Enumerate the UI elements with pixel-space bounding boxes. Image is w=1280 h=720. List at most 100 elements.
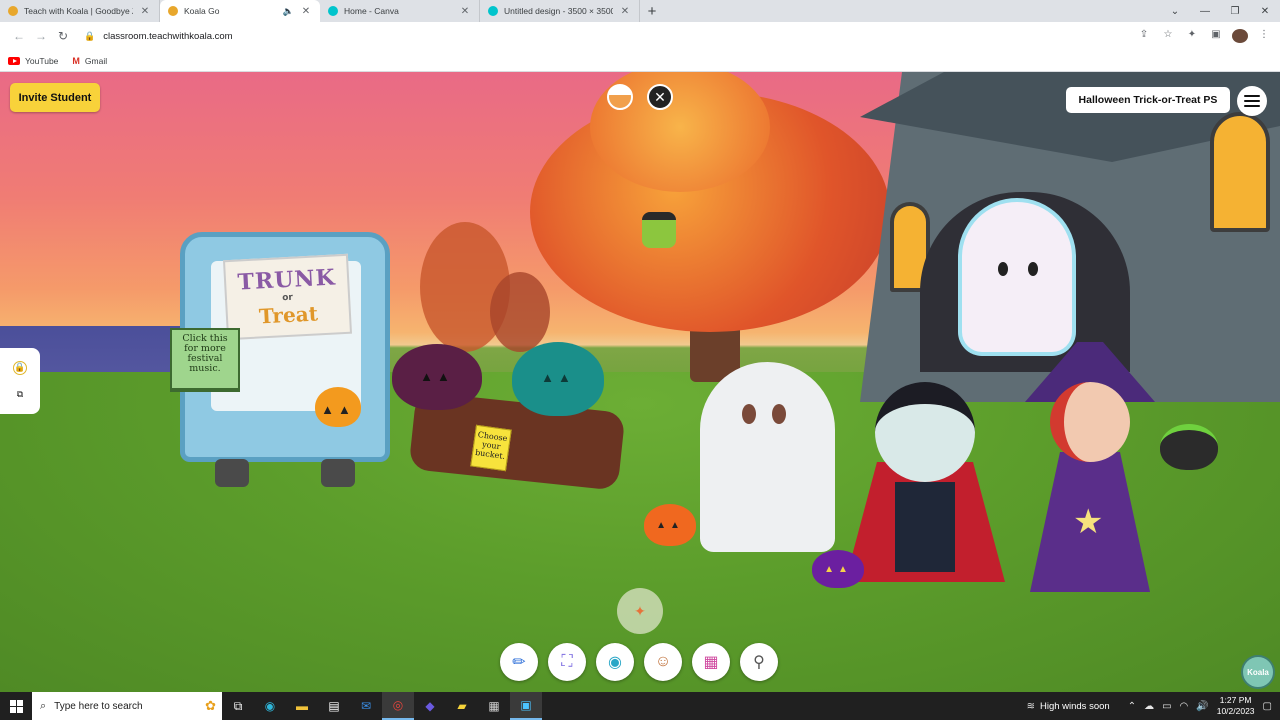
vampire-body: [895, 482, 955, 572]
truck-wheel: [215, 459, 249, 487]
volume-icon[interactable]: 🔊: [1196, 701, 1208, 712]
position-marker[interactable]: ✦: [617, 588, 663, 634]
new-tab-button[interactable]: +: [640, 0, 664, 22]
battery-icon[interactable]: ▭: [1162, 701, 1171, 712]
calculator-icon[interactable]: ▦: [478, 692, 510, 720]
task-view-icon[interactable]: ⧉: [222, 692, 254, 720]
screen-recorder-icon[interactable]: ▣: [510, 692, 542, 720]
hamburger-menu-button[interactable]: [1237, 86, 1267, 116]
app-icon[interactable]: ◆: [414, 692, 446, 720]
witch-head: [1050, 382, 1130, 462]
focus-icon[interactable]: ⛶: [548, 643, 586, 681]
purple-candy-bucket: ▲▲: [812, 550, 864, 588]
browser-tab-strip: Teach with Koala | Goodbye Zoom ✕ Koala …: [0, 0, 1280, 22]
room-name-label: Halloween Trick-or-Treat PS: [1066, 87, 1230, 113]
extensions-icon[interactable]: ✦: [1184, 29, 1200, 43]
ghost-eye: [742, 404, 756, 424]
banner-line-1: TRUNK: [236, 264, 337, 296]
network-icon[interactable]: ◠: [1180, 701, 1189, 712]
mail-icon[interactable]: ✉: [350, 692, 382, 720]
windows-start-icon[interactable]: [0, 692, 32, 720]
truck-wheel: [321, 459, 355, 487]
window-close-icon[interactable]: ✕: [1250, 0, 1280, 22]
taskbar-search[interactable]: ⌕ Type here to search ✿: [32, 692, 222, 720]
weather-text: High winds soon: [1039, 700, 1110, 712]
koala-avatar[interactable]: Koala: [1241, 655, 1275, 689]
ghost-eye: [1028, 262, 1038, 276]
eye-icon[interactable]: ◉: [596, 643, 634, 681]
tab-canva-home[interactable]: Home - Canva ✕: [320, 0, 480, 22]
bookmark-gmail[interactable]: M Gmail: [72, 56, 107, 66]
windows-taskbar: ⌕ Type here to search ✿ ⧉ ◉ ▬ ▤ ✉ ◎ ◆ ▰ …: [0, 692, 1280, 720]
tab-title: Untitled design - 3500 × 3500px: [504, 6, 613, 16]
edge-icon[interactable]: ◉: [254, 692, 286, 720]
avatar-icon[interactable]: ☺: [644, 643, 682, 681]
back-icon[interactable]: ←: [8, 29, 30, 43]
frankenstein-avatar[interactable]: [642, 212, 676, 248]
restore-icon[interactable]: ❐: [1220, 0, 1250, 22]
system-tray: ≋ High winds soon ⌃ ☁ ▭ ◠ 🔊 1:27 PM 10/2…: [1027, 695, 1280, 717]
chrome-icon[interactable]: ◎: [382, 692, 414, 720]
witch-character[interactable]: ★: [1015, 342, 1165, 592]
festival-music-sign[interactable]: Click this for more festival music.: [170, 328, 240, 390]
ghost-costume-character[interactable]: [700, 362, 835, 552]
tab-title: Koala Go: [184, 6, 220, 16]
tab-teach-with-koala[interactable]: Teach with Koala | Goodbye Zoom ✕: [0, 0, 160, 22]
scene-picker-button[interactable]: [607, 84, 633, 110]
sticky-notes-icon[interactable]: ▰: [446, 692, 478, 720]
speaker-icon[interactable]: 🔈: [283, 6, 294, 17]
purple-pumpkin-bucket[interactable]: ▲▲: [392, 344, 482, 410]
left-tool-panel: 🔒 ⧉: [0, 348, 40, 414]
tab-search-icon[interactable]: ⌄: [1160, 0, 1190, 22]
trunk-or-treat-banner: TRUNK or Treat: [222, 253, 353, 341]
cloud-icon[interactable]: ☁: [1144, 701, 1154, 712]
tab-canva-design[interactable]: Untitled design - 3500 × 3500px ✕: [480, 0, 640, 22]
tab-title: Home - Canva: [344, 6, 399, 16]
weather-widget[interactable]: ≋ High winds soon: [1027, 701, 1110, 712]
file-explorer-icon[interactable]: ▬: [286, 692, 318, 720]
ghost-eye: [998, 262, 1008, 276]
chevron-up-icon[interactable]: ⌃: [1128, 701, 1136, 712]
vampire-character[interactable]: [845, 382, 1005, 592]
tab-close-icon[interactable]: ✕: [619, 6, 631, 17]
reload-icon[interactable]: ↻: [52, 29, 74, 43]
profile-avatar[interactable]: [1232, 29, 1248, 43]
canva-favicon-icon: [328, 6, 338, 16]
tab-close-icon[interactable]: ✕: [459, 6, 471, 17]
notifications-icon[interactable]: ▢: [1263, 701, 1272, 712]
bookmark-star-icon[interactable]: ☆: [1160, 29, 1176, 43]
tab-close-icon[interactable]: ✕: [139, 6, 151, 17]
choose-bucket-sign[interactable]: Choose your bucket.: [470, 424, 512, 472]
address-bar[interactable]: 🔒 classroom.teachwithkoala.com: [74, 25, 1136, 47]
clock[interactable]: 1:27 PM 10/2/2023: [1217, 695, 1255, 717]
more-menu-icon[interactable]: ⋮: [1256, 29, 1272, 43]
forward-icon[interactable]: →: [30, 29, 52, 43]
floating-ghost[interactable]: [962, 202, 1072, 352]
tab-close-icon[interactable]: ✕: [300, 6, 312, 17]
copy-icon[interactable]: ⧉: [13, 388, 27, 402]
game-viewport[interactable]: TRUNK or Treat ▲▲ Click this for more fe…: [0, 72, 1280, 692]
ghost-eye: [772, 404, 786, 424]
jack-o-lantern: ▲▲: [315, 387, 361, 427]
browser-toolbar: ← → ↻ 🔒 classroom.teachwithkoala.com ⇪ ☆…: [0, 22, 1280, 50]
bookmark-youtube[interactable]: YouTube: [8, 56, 58, 66]
store-icon[interactable]: ▤: [318, 692, 350, 720]
search-highlight-icon: ✿: [205, 698, 216, 713]
minimize-icon[interactable]: —: [1190, 0, 1220, 22]
lock-icon[interactable]: 🔒: [13, 360, 27, 375]
pin-icon[interactable]: ⚲: [740, 643, 778, 681]
tab-koala-go[interactable]: Koala Go 🔈 ✕: [160, 0, 320, 22]
bookmarks-bar: YouTube M Gmail: [0, 50, 1280, 72]
koala-favicon-icon: [8, 6, 18, 16]
pencil-icon[interactable]: ✏: [500, 643, 538, 681]
side-panel-icon[interactable]: ▣: [1208, 29, 1224, 43]
gift-box-icon[interactable]: ▦: [692, 643, 730, 681]
vampire-head: [875, 382, 975, 482]
close-button[interactable]: ✕: [647, 84, 673, 110]
window-controls: ⌄ — ❐ ✕: [1160, 0, 1280, 22]
teal-pumpkin-bucket[interactable]: ▲▲: [512, 342, 604, 416]
lock-icon[interactable]: 🔒: [84, 31, 95, 42]
bookmark-label: Gmail: [84, 55, 108, 66]
invite-student-button[interactable]: Invite Student: [10, 83, 100, 112]
share-icon[interactable]: ⇪: [1136, 29, 1152, 43]
